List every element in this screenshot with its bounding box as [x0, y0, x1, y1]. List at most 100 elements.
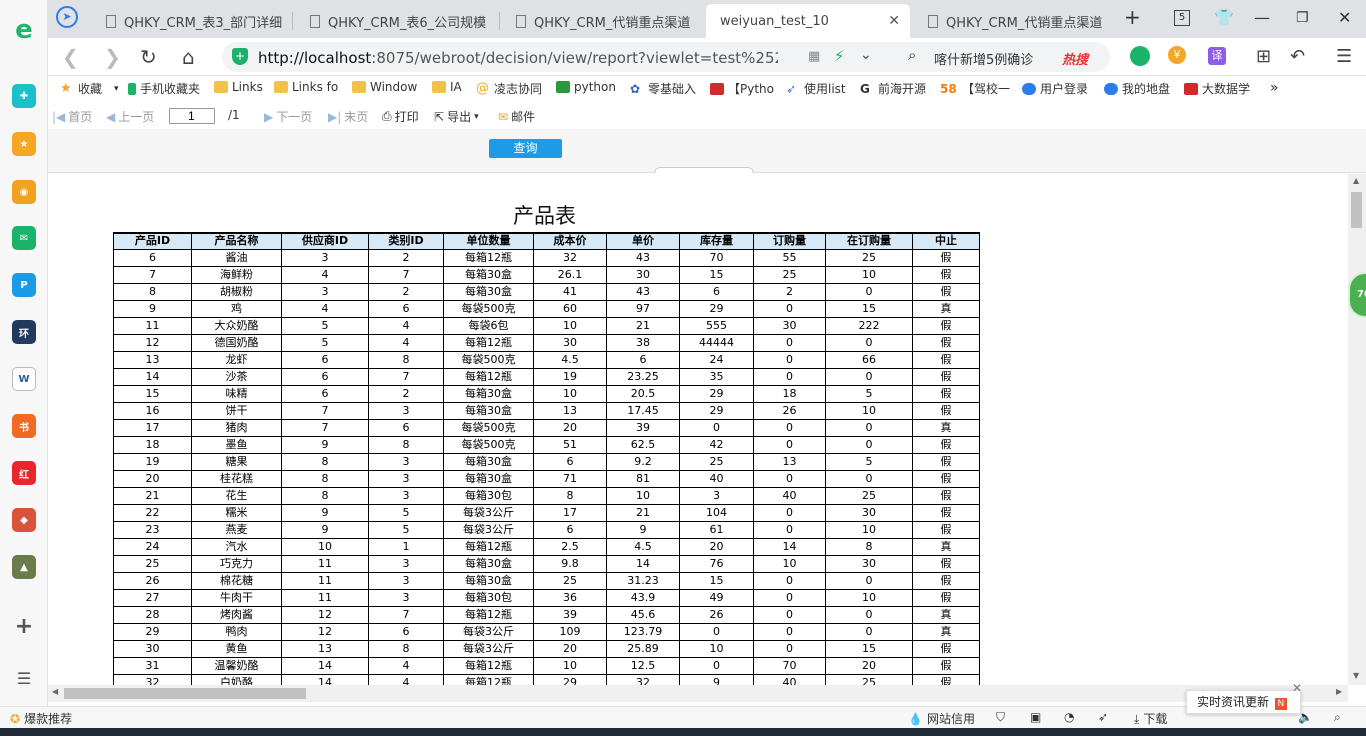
bookmark-item[interactable]: ✿ 零基础入: [630, 80, 696, 97]
news-app-icon[interactable]: 环: [12, 320, 36, 344]
bookmark-item[interactable]: Window: [352, 80, 417, 94]
lightning-icon[interactable]: ⚡: [834, 47, 845, 65]
close-news-icon[interactable]: ✕: [1292, 677, 1302, 699]
horizontal-scrollbar[interactable]: ◀ ▶: [48, 685, 1348, 702]
add-sidebar-icon[interactable]: +: [12, 614, 36, 639]
speed-icon[interactable]: ◔: [1064, 710, 1074, 724]
table-cell: 3: [679, 486, 754, 505]
plus-app-icon[interactable]: ✚: [12, 84, 36, 108]
table-row: 15 味精 6 2 每箱30盒 10 20.5 29 18 5 假: [113, 384, 980, 403]
back-icon[interactable]: ❮: [62, 45, 79, 69]
collapse-pane-handle[interactable]: [654, 167, 754, 173]
floating-speed-ball[interactable]: 70: [1348, 272, 1366, 318]
tab-5[interactable]: QHKY_CRM_代销重点渠道: [914, 4, 1114, 38]
qr-code-icon[interactable]: ▦: [808, 49, 820, 64]
nav-arrow-icon[interactable]: ➤: [56, 6, 78, 28]
scroll-up-icon[interactable]: ▲: [1353, 176, 1359, 185]
tab-1[interactable]: QHKY_CRM_表3_部门详细: [92, 4, 292, 38]
novel-app-icon[interactable]: 书: [12, 414, 36, 438]
sidebar-menu-icon[interactable]: ☰: [12, 666, 36, 690]
favorites-star-icon[interactable]: ★: [12, 132, 36, 156]
close-tab-icon[interactable]: ✕: [888, 13, 900, 29]
undo-icon[interactable]: ↶: [1290, 45, 1305, 69]
chevron-down-icon[interactable]: ⌄: [860, 47, 872, 63]
table-cell: 德国奶酪: [191, 333, 282, 352]
scroll-left-icon[interactable]: ◀: [52, 687, 58, 696]
mail-button[interactable]: ✉ 邮件: [498, 108, 535, 125]
table-cell: 25: [533, 571, 607, 590]
zoom-search-icon[interactable]: ⌕: [1334, 710, 1341, 725]
scroll-down-icon[interactable]: ▼: [1353, 671, 1359, 680]
bookmark-item[interactable]: IA: [432, 80, 462, 94]
table-cell: 51: [533, 435, 607, 454]
bookmark-item[interactable]: 我的地盘: [1104, 80, 1170, 97]
mail-icon[interactable]: ✉: [12, 226, 36, 250]
download-link[interactable]: ⤓ 下载: [1134, 710, 1167, 727]
search-box[interactable]: ⌕ 喀什新增5例确诊 热搜: [902, 42, 1110, 72]
tab-count-badge[interactable]: 5: [1174, 10, 1190, 26]
game-app-icon[interactable]: ◆: [12, 508, 36, 532]
bookmark-item[interactable]: @ 凌志协同: [476, 80, 542, 97]
address-bar[interactable]: + http://localhost:8075/webroot/decision…: [222, 42, 932, 72]
export-button[interactable]: ⇱ 导出 ▾: [434, 108, 479, 125]
tab-3[interactable]: QHKY_CRM_代销重点渠道: [502, 4, 702, 38]
menu-icon[interactable]: ☰: [1336, 45, 1352, 69]
last-page-button[interactable]: ▶| 末页: [328, 108, 368, 125]
hot-search-badge[interactable]: 热搜: [1062, 49, 1088, 68]
page-number-input[interactable]: [169, 108, 215, 124]
hot-recommend-link[interactable]: ✪ 爆款推荐: [10, 710, 72, 727]
bookmark-item[interactable]: 大数据学: [1184, 80, 1250, 97]
shield-icon[interactable]: ⛉: [996, 710, 1005, 725]
bookmark-item[interactable]: python: [556, 80, 616, 94]
bookmark-item[interactable]: 58 【驾校一: [940, 80, 1010, 97]
vertical-scrollbar[interactable]: ▲ ▼: [1348, 174, 1366, 685]
bookmark-item[interactable]: Links fo: [274, 80, 338, 94]
bookmark-item[interactable]: Links: [214, 80, 263, 94]
rocket-icon[interactable]: ➶: [1098, 710, 1108, 724]
coupon-icon[interactable]: ¥: [1168, 46, 1186, 64]
table-cell: 30: [533, 333, 607, 352]
print-button[interactable]: ⎙ 打印: [382, 108, 419, 125]
skin-shirt-icon[interactable]: 👕: [1214, 8, 1234, 27]
table-cell: 13: [753, 452, 826, 471]
vertical-scroll-thumb[interactable]: [1351, 192, 1362, 228]
browser-logo-icon[interactable]: e: [12, 15, 36, 45]
apps-grid-icon[interactable]: ⊞: [1256, 45, 1271, 69]
table-cell: 32: [113, 673, 192, 685]
next-page-button[interactable]: ▶ 下一页: [264, 108, 312, 125]
reload-icon[interactable]: ↻: [140, 45, 157, 69]
image-icon[interactable]: ▣: [1030, 710, 1041, 724]
minimize-icon[interactable]: —: [1254, 8, 1270, 27]
translate-button[interactable]: 译: [1208, 47, 1226, 65]
bookmark-item[interactable]: G 前海开源: [860, 80, 926, 97]
bookmark-item[interactable]: 【Pytho: [710, 80, 774, 97]
horizontal-scroll-thumb[interactable]: [64, 688, 306, 699]
bookmark-item[interactable]: 用户登录: [1022, 80, 1088, 97]
home-icon[interactable]: ⌂: [182, 45, 195, 69]
bookmark-favorites[interactable]: ★ 收藏 ▾: [60, 80, 119, 97]
forward-icon[interactable]: ❯: [104, 45, 121, 69]
close-window-icon[interactable]: ✕: [1338, 8, 1351, 27]
game2-app-icon[interactable]: ▲: [12, 555, 36, 579]
prev-page-button[interactable]: ◀ 上一页: [106, 108, 154, 125]
redbook-app-icon[interactable]: 红: [12, 461, 36, 485]
weibo-icon[interactable]: ◉: [12, 180, 36, 204]
extension-green-icon[interactable]: [1130, 46, 1150, 66]
pp-app-icon[interactable]: P: [12, 273, 36, 297]
news-update-popup[interactable]: 实时资讯更新 N ✕: [1186, 681, 1302, 714]
scroll-right-icon[interactable]: ▶: [1336, 687, 1342, 696]
site-credit-link[interactable]: 💧 网站信用: [908, 710, 975, 727]
maximize-icon[interactable]: ❐: [1296, 10, 1309, 26]
bookmark-item[interactable]: 手机收藏夹: [128, 80, 200, 97]
search-input[interactable]: 喀什新增5例确诊: [934, 49, 1033, 68]
new-tab-icon[interactable]: +: [1124, 5, 1141, 29]
table-cell: 25: [679, 452, 754, 471]
query-button[interactable]: 查询: [489, 139, 562, 158]
tab-2[interactable]: QHKY_CRM_表6_公司规模: [296, 4, 496, 38]
more-bookmarks-icon[interactable]: »: [1270, 80, 1279, 96]
url-text[interactable]: http://localhost:8075/webroot/decision/v…: [258, 49, 778, 67]
bookmark-item[interactable]: ➶ 使用list: [786, 80, 846, 97]
first-page-button[interactable]: |◀ 首页: [52, 108, 92, 125]
word-doc-icon[interactable]: W: [12, 367, 36, 391]
tab-4-active[interactable]: weiyuan_test_10 ✕: [706, 4, 910, 38]
